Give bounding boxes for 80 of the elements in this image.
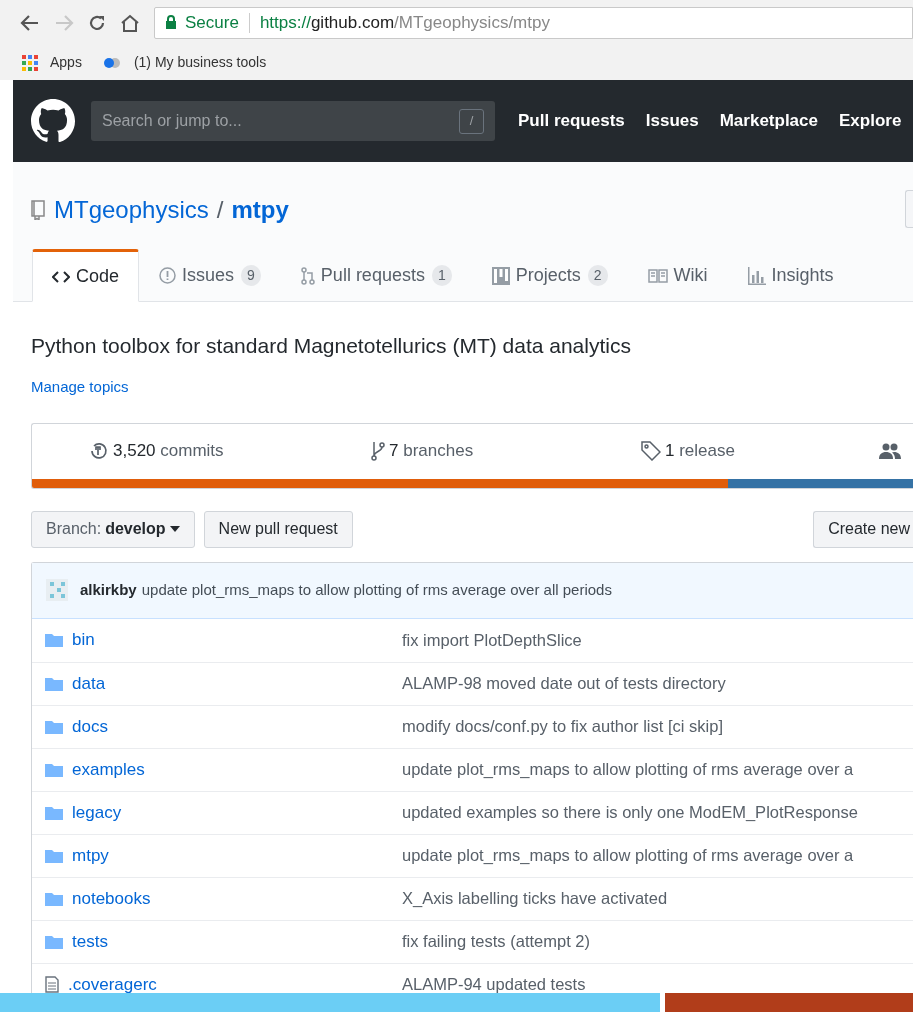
repo-tab[interactable]: Projects 2 (471, 249, 628, 302)
counter: 9 (241, 265, 261, 286)
bookmark[interactable]: (1) My business tools (101, 52, 267, 73)
file-name-link[interactable]: docs (72, 713, 108, 740)
counter: 1 (431, 265, 452, 286)
commit-message-link[interactable]: updated examples so there is only one ModEM_PlotResponse (402, 800, 858, 825)
repo-tab[interactable]: Pull requests 1 (280, 249, 472, 302)
commit-message-link[interactable]: update plot_rms_maps to allow plotting of rms average over all periods (141, 578, 612, 602)
new-pull-request-button[interactable]: New pull request (203, 510, 353, 548)
caret-icon (169, 526, 180, 532)
commits-count[interactable]: 3,520 commits (113, 438, 224, 464)
commit-message-link[interactable]: modify docs/conf.py to fix author list [ci skip] (402, 714, 723, 739)
owner-link[interactable]: MTgeophysics (54, 192, 209, 228)
repo-tab[interactable]: Insights (727, 249, 854, 302)
home-icon[interactable] (120, 13, 140, 32)
bookmark[interactable]: Apps (22, 52, 82, 73)
commit-message-link[interactable]: X_Axis labelling ticks have activated (402, 886, 668, 911)
repo-tab[interactable]: Code (32, 249, 140, 302)
file-name-link[interactable]: tests (72, 928, 108, 955)
releases-count[interactable]: 1 release (665, 438, 735, 464)
commit-author-link[interactable]: alkirkby (80, 578, 137, 602)
nav-link[interactable]: Marketplace (719, 108, 818, 134)
commit-message-link[interactable]: ALAMP-98 moved date out of tests directory (402, 671, 726, 696)
commit-message-link[interactable]: fix import PlotDepthSlice (402, 627, 582, 653)
folder-icon (45, 848, 63, 863)
lock-icon (165, 15, 177, 30)
people-icon (879, 443, 901, 459)
file-name-link[interactable]: notebooks (72, 885, 151, 912)
file-name-link[interactable]: .coveragerc (68, 971, 157, 998)
commit-message-link[interactable]: update plot_rms_maps to allow plotting of rms average over a (402, 843, 854, 868)
file-name-link[interactable]: bin (72, 627, 95, 653)
commit-message-link[interactable]: fix failing tests (attempt 2) (402, 929, 590, 954)
repo-tab[interactable]: Wiki (627, 249, 728, 302)
folder-icon (45, 762, 63, 777)
pull-request-icon (300, 266, 315, 285)
folder-icon (45, 934, 63, 949)
branches-count[interactable]: 7 branches (389, 438, 474, 464)
counter: 2 (587, 265, 608, 286)
repo-tab[interactable]: Issues 9 (139, 249, 281, 302)
nav-link[interactable]: Issues (645, 108, 699, 134)
tag-icon (641, 441, 661, 461)
nav-link[interactable]: Explore (839, 108, 902, 134)
file-name-link[interactable]: mtpy (72, 842, 109, 869)
folder-icon (45, 719, 63, 734)
toggle-dots-icon (101, 56, 122, 69)
url-text: https://github.com/MTgeophysics/mtpy (259, 11, 550, 34)
file-icon (45, 976, 59, 993)
commit-message-link[interactable]: ALAMP-94 updated tests (402, 972, 586, 997)
repo-icon (31, 200, 45, 220)
folder-icon (45, 633, 63, 647)
repo-description: Python toolbox for standard Magnetotellurics (MT) data analytics (31, 333, 632, 359)
nav-link[interactable]: Pull requests (518, 108, 625, 134)
security-label: Secure (185, 11, 239, 34)
commit-message-link[interactable]: update plot_rms_maps to allow plotting of rms average over a (402, 757, 854, 782)
manage-topics-link[interactable]: Manage topics (31, 376, 129, 399)
reload-icon[interactable] (88, 13, 106, 32)
back-icon[interactable] (20, 13, 40, 32)
file-name-link[interactable]: data (72, 670, 106, 697)
file-name-link[interactable]: legacy (72, 799, 122, 826)
book-icon (647, 268, 668, 283)
history-icon (89, 442, 109, 460)
code-icon (52, 270, 70, 283)
path-separator: / (216, 195, 224, 225)
avatar-icon (46, 579, 68, 601)
address-bar[interactable]: Secure https://github.com/MTgeophysics/mtpy (154, 6, 913, 39)
branch-select[interactable]: Branch: develop (31, 510, 195, 548)
file-name-link[interactable]: examples (72, 756, 145, 783)
bar-graph-icon (747, 266, 766, 285)
folder-icon (45, 891, 63, 906)
apps-grid-icon (22, 54, 38, 71)
repo-name-link[interactable]: mtpy (231, 192, 289, 228)
search-field[interactable]: Search or jump to... / (91, 101, 495, 141)
folder-icon (45, 805, 63, 820)
create-new-button[interactable]: Create new (813, 510, 913, 548)
project-board-icon (491, 266, 510, 285)
folder-icon (45, 676, 63, 691)
branch-icon (371, 441, 385, 461)
issue-icon (159, 267, 177, 284)
shortcut-key: / (459, 108, 484, 134)
github-logo-icon[interactable] (31, 99, 75, 143)
